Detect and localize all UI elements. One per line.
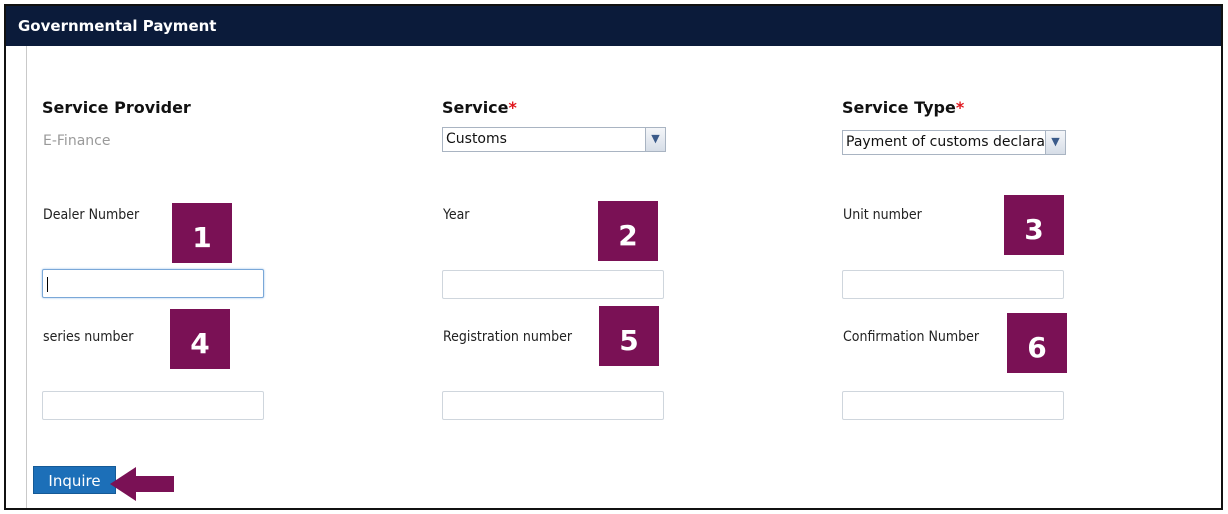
registration-number-input[interactable] xyxy=(442,391,664,420)
left-arrow-icon xyxy=(110,467,174,501)
series-number-label: series number xyxy=(43,329,134,345)
dealer-number-input[interactable] xyxy=(42,269,264,298)
year-input[interactable] xyxy=(442,270,664,299)
service-type-select[interactable]: Payment of customs declara ▼ xyxy=(842,130,1066,155)
unit-number-input[interactable] xyxy=(842,270,1064,299)
service-select-value: Customs xyxy=(446,131,507,147)
governmental-payment-panel: Governmental Payment Service Provider E-… xyxy=(4,4,1223,510)
annotation-badge-4: 4 xyxy=(170,309,230,369)
chevron-down-icon[interactable]: ▼ xyxy=(645,128,665,151)
service-label-text: Service xyxy=(442,98,509,117)
annotation-badge-6: 6 xyxy=(1007,313,1067,373)
panel-left-rule xyxy=(26,46,27,508)
service-type-label: Service Type* xyxy=(842,98,964,117)
annotation-badge-3: 3 xyxy=(1004,195,1064,255)
service-select[interactable]: Customs ▼ xyxy=(442,127,666,152)
confirmation-number-label: Confirmation Number xyxy=(843,329,980,345)
service-provider-label: Service Provider xyxy=(42,98,191,117)
required-mark: * xyxy=(508,98,517,117)
dealer-number-label: Dealer Number xyxy=(43,207,140,223)
required-mark: * xyxy=(955,98,965,117)
service-provider-value: E-Finance xyxy=(43,133,111,149)
chevron-down-icon[interactable]: ▼ xyxy=(1045,131,1065,154)
unit-number-label: Unit number xyxy=(843,207,922,223)
inquire-button[interactable]: Inquire xyxy=(33,466,116,494)
annotation-badge-5: 5 xyxy=(599,306,659,366)
confirmation-number-input[interactable] xyxy=(842,391,1064,420)
registration-number-label: Registration number xyxy=(443,329,573,345)
service-type-select-value: Payment of customs declara xyxy=(846,134,1045,150)
text-caret xyxy=(47,277,48,292)
panel-title: Governmental Payment xyxy=(6,6,1221,46)
service-type-label-text: Service Type xyxy=(842,98,956,117)
annotation-badge-1: 1 xyxy=(172,203,232,263)
series-number-input[interactable] xyxy=(42,391,264,420)
year-label: Year xyxy=(443,207,470,223)
annotation-badge-2: 2 xyxy=(598,201,658,261)
service-label: Service* xyxy=(442,98,517,117)
service-provider-label-text: Service Provider xyxy=(42,98,191,117)
